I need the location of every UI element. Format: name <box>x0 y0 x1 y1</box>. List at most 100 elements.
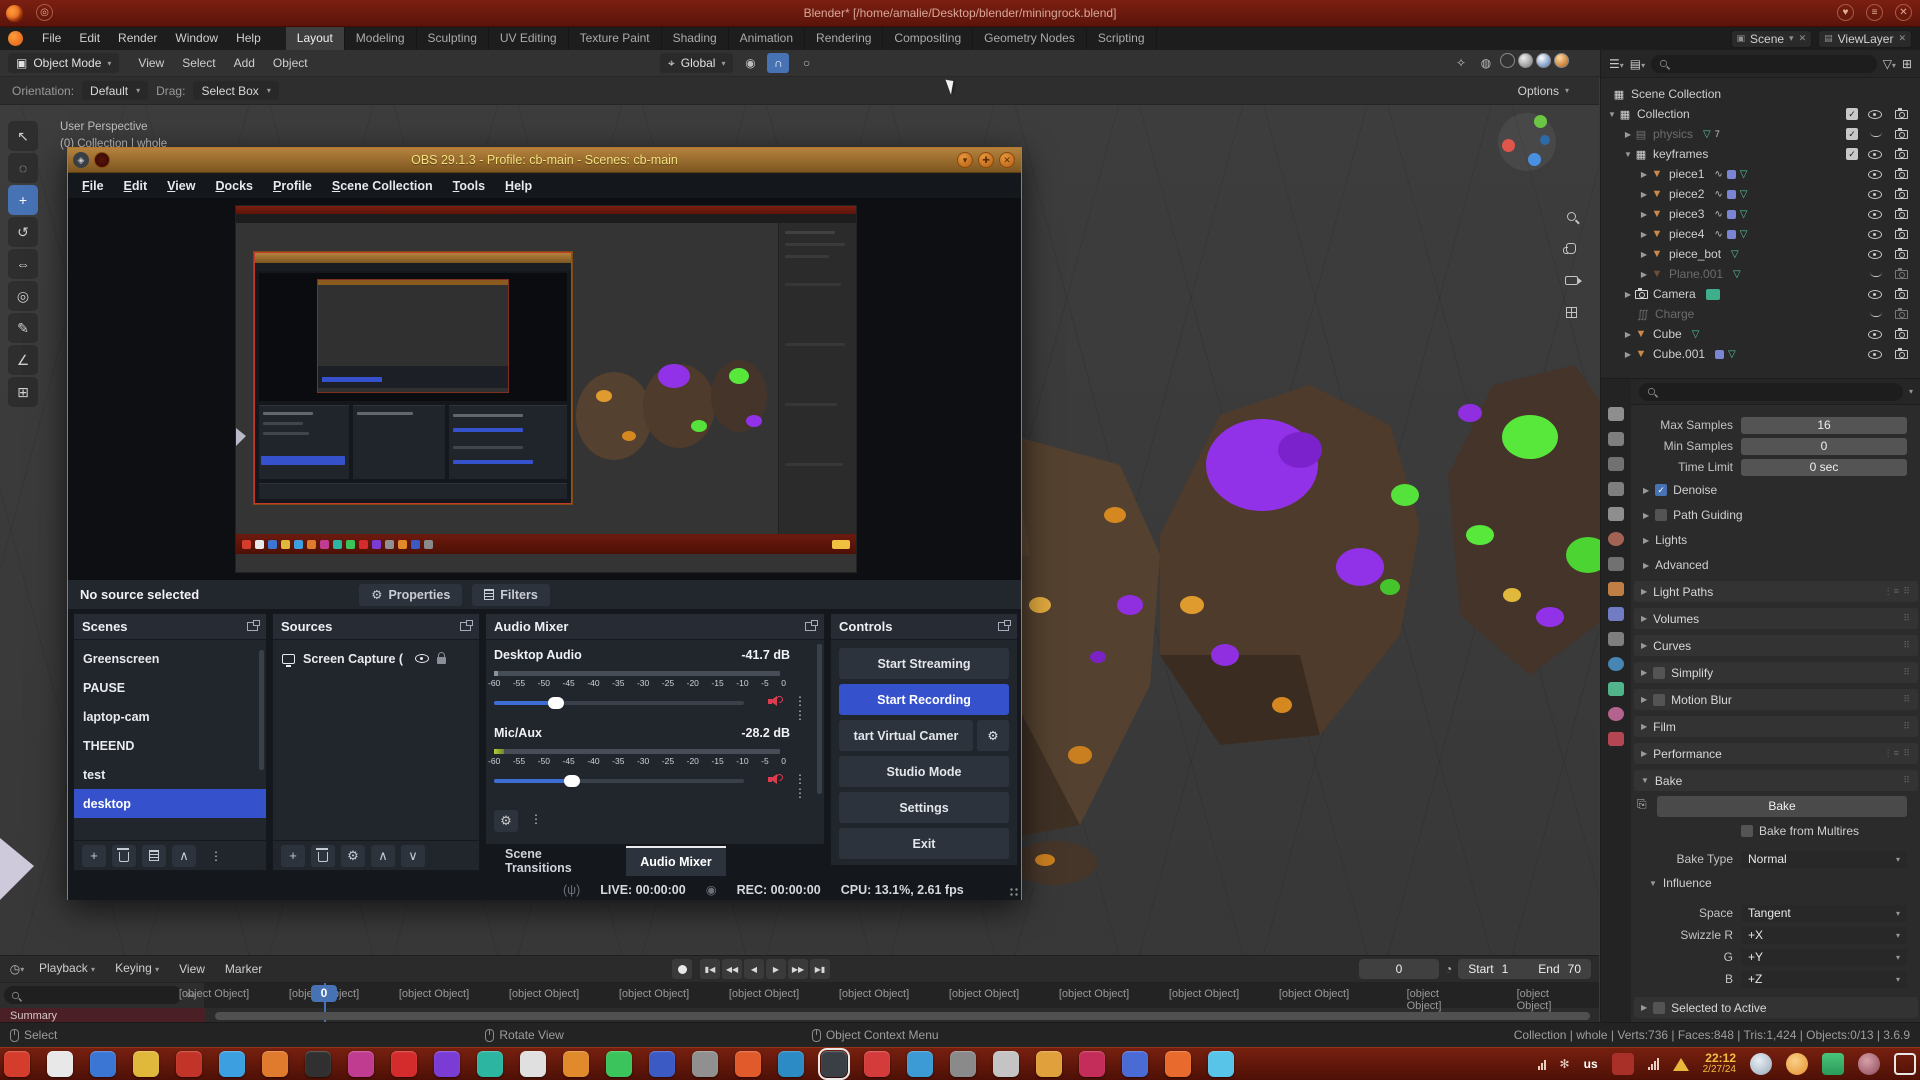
viewport-zoom-icon[interactable] <box>1560 205 1582 227</box>
filter-funnel-icon[interactable]: ▽▾ <box>1883 57 1896 71</box>
bake-type-dropdown[interactable]: Normal▾ <box>1741 851 1907 868</box>
particles-tab-icon[interactable] <box>1608 632 1624 646</box>
taskbar-app-icon[interactable] <box>4 1051 30 1077</box>
tool-button[interactable]: ∠ <box>8 345 38 375</box>
scenes-scrollbar[interactable] <box>259 650 264 770</box>
mixer-scrollbar[interactable] <box>817 644 822 794</box>
selected-to-active-section[interactable]: ▶ Selected to Active <box>1634 997 1918 1018</box>
resize-grip[interactable] <box>1009 887 1019 897</box>
mode-dropdown[interactable]: ▣ Object Mode ▾ <box>8 53 119 73</box>
render-camera-toggle[interactable] <box>1895 110 1908 119</box>
taskbar-app-icon[interactable] <box>133 1051 159 1077</box>
axis-y-handle[interactable] <box>1534 115 1547 128</box>
time-limit-field[interactable]: 0 sec <box>1741 459 1907 476</box>
curves-section[interactable]: ▶Curves⠿ <box>1634 635 1918 656</box>
orientation-value-dropdown[interactable]: Default ▾ <box>82 81 148 100</box>
taskbar-app-icon[interactable] <box>391 1051 417 1077</box>
scene-item[interactable]: test <box>74 760 266 789</box>
channel-menu-kebab[interactable]: ⋮⋮ <box>794 772 806 800</box>
add-scene-button[interactable]: + <box>82 845 106 867</box>
viewlayer-tab-icon[interactable] <box>1608 482 1624 496</box>
performance-section[interactable]: ▶Performance ⋮≡ ⠿ <box>1634 743 1918 764</box>
start-recording-button[interactable]: Start Recording <box>839 684 1009 715</box>
outliner-row[interactable]: ∭ Charge <box>1601 304 1920 324</box>
obs-menu-item[interactable]: File <box>72 173 114 199</box>
taskbar-app-icon[interactable] <box>1036 1051 1062 1077</box>
collapse-arrow-icon[interactable]: ▶ <box>1639 270 1649 279</box>
tab-audio-mixer[interactable]: Audio Mixer <box>626 846 726 876</box>
world-tab-icon[interactable] <box>1608 532 1624 546</box>
max-samples-field[interactable]: 16 <box>1741 417 1907 434</box>
taskbar-app-icon[interactable] <box>1122 1051 1148 1077</box>
taskbar-app-icon[interactable] <box>993 1051 1019 1077</box>
hide-eye-toggle[interactable] <box>1870 132 1882 137</box>
taskbar-app-icon[interactable] <box>563 1051 589 1077</box>
obs-program-preview[interactable] <box>68 199 1021 579</box>
transport-button[interactable]: ▶▶ <box>788 959 808 979</box>
min-samples-field[interactable]: 0 <box>1741 438 1907 455</box>
bake-multires-toggle[interactable]: Bake from Multires <box>1741 824 1859 838</box>
hide-eye-toggle[interactable] <box>1868 190 1882 199</box>
scene-item[interactable]: THEEND <box>74 731 266 760</box>
auto-keyframe-clock-icon[interactable]: ◔ <box>1445 962 1452 976</box>
workspace-tab[interactable]: Scripting <box>1087 27 1157 50</box>
scene-item[interactable]: Greenscreen <box>74 644 266 673</box>
wifi-icon[interactable] <box>1648 1059 1659 1070</box>
space-dropdown[interactable]: Tangent▾ <box>1741 905 1907 922</box>
keying-menu[interactable]: Keying ▾ <box>106 957 168 981</box>
rendered-shading-icon[interactable] <box>1554 53 1569 68</box>
popout-dock-icon[interactable] <box>805 622 816 631</box>
collapse-arrow-icon[interactable]: ▶ <box>1639 190 1649 199</box>
render-camera-toggle[interactable] <box>1895 210 1908 219</box>
show-gizmo-icon[interactable]: ✧ <box>1450 53 1472 73</box>
outliner-search-input[interactable] <box>1651 55 1877 73</box>
viewport-menu-item[interactable]: Object <box>264 52 317 75</box>
obs-menu-item[interactable]: Scene Collection <box>322 173 443 199</box>
workspace-tab[interactable]: Geometry Nodes <box>973 27 1087 50</box>
scenes-dock-header[interactable]: Scenes <box>74 614 266 640</box>
taskbar-app-icon[interactable] <box>434 1051 460 1077</box>
obs-close-button[interactable]: ✕ <box>999 152 1015 168</box>
source-lock-icon[interactable] <box>437 657 446 664</box>
render-camera-toggle[interactable] <box>1895 190 1908 199</box>
green-app-icon[interactable] <box>1822 1053 1844 1075</box>
mute-speaker-icon[interactable] <box>768 696 782 708</box>
workspace-tab[interactable]: Rendering <box>805 27 883 50</box>
lights-subsection[interactable]: ▶Lights <box>1643 533 1687 547</box>
tool-tab-icon[interactable] <box>1608 407 1624 421</box>
obs-menu-item[interactable]: Help <box>495 173 542 199</box>
tool-button[interactable]: ◌ <box>8 153 38 183</box>
obs-menu-item[interactable]: Edit <box>114 173 158 199</box>
auto-keying-record-button[interactable] <box>672 959 692 979</box>
show-desktop-button[interactable] <box>1894 1053 1916 1075</box>
physics-tab-icon[interactable] <box>1608 657 1624 671</box>
transport-button[interactable]: ▶ <box>766 959 786 979</box>
render-camera-toggle[interactable] <box>1895 290 1908 299</box>
obs-menu-item[interactable]: Docks <box>205 173 263 199</box>
move-source-up-button[interactable]: ∧ <box>371 845 395 867</box>
remove-scene-button[interactable] <box>112 845 136 867</box>
hide-eye-toggle[interactable] <box>1868 230 1882 239</box>
outliner-row[interactable]: ▶ ▼ Plane.001 ▽ <box>1601 264 1920 284</box>
keyboard-layout-indicator[interactable]: us <box>1584 1057 1598 1071</box>
settings-button[interactable]: Settings <box>839 792 1009 823</box>
scene-item[interactable]: laptop-cam <box>74 702 266 731</box>
material-tab-icon[interactable] <box>1608 707 1624 721</box>
outliner-row[interactable]: ▶ ▼ Cube.001 ▽ <box>1601 344 1920 364</box>
options-dropdown[interactable]: Options ▾ <box>1518 84 1569 98</box>
viewport-navigation-gizmo[interactable] <box>1498 113 1556 171</box>
editor-type-icon[interactable]: ◷▾ <box>6 959 28 979</box>
taskbar-app-icon[interactable] <box>1208 1051 1234 1077</box>
tool-button[interactable]: ✎ <box>8 313 38 343</box>
outliner-row[interactable]: ▶ ▼ piece2 ∿▽ <box>1601 184 1920 204</box>
taskbar-app-icon[interactable] <box>477 1051 503 1077</box>
render-camera-toggle[interactable] <box>1895 230 1908 239</box>
viewport-pan-icon[interactable] <box>1560 237 1582 259</box>
properties-search-input[interactable] <box>1639 383 1903 401</box>
tool-button[interactable]: ⊞ <box>8 377 38 407</box>
source-item[interactable]: Screen Capture ( <box>273 644 479 673</box>
view-menu[interactable]: View <box>170 958 214 981</box>
volume-icon[interactable] <box>1538 1059 1546 1070</box>
tool-button[interactable]: + <box>8 185 38 215</box>
scene-filters-button[interactable] <box>142 845 166 867</box>
